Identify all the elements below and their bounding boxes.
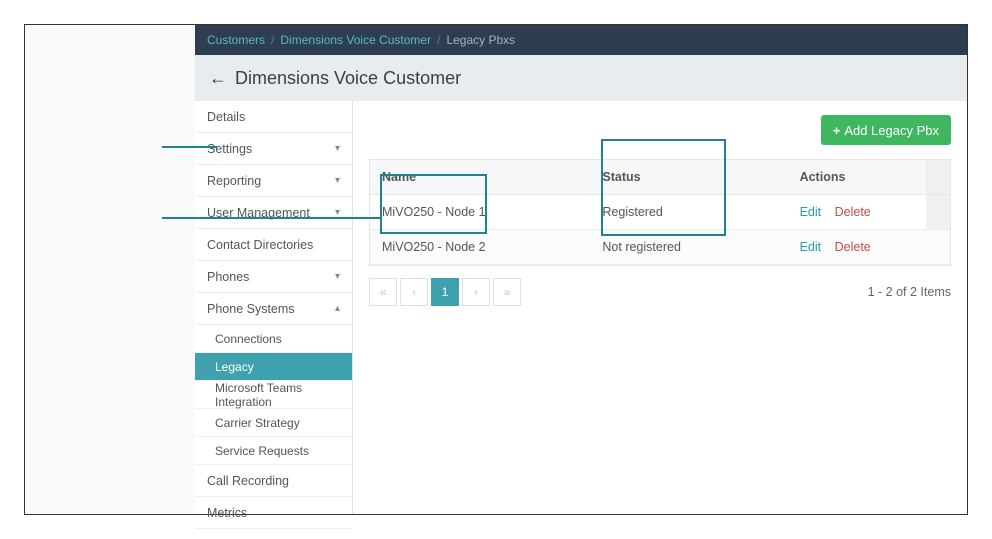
annotation-line-name-col	[162, 217, 380, 219]
pager-next[interactable]: ›	[462, 278, 490, 306]
breadcrumb-current: Legacy Pbxs	[446, 33, 515, 47]
legacy-pbx-table: Name Status Actions MiVO250 - Node 1 Reg…	[369, 159, 951, 266]
breadcrumb: Customers / Dimensions Voice Customer / …	[195, 25, 967, 55]
edit-link[interactable]: Edit	[800, 240, 822, 254]
pager-last[interactable]: »	[493, 278, 521, 306]
breadcrumb-customer[interactable]: Dimensions Voice Customer	[280, 33, 431, 47]
delete-link[interactable]: Delete	[835, 240, 871, 254]
sidebar-label: Call Recording	[207, 474, 289, 488]
left-gutter	[25, 25, 195, 514]
sidebar-item-details[interactable]: Details	[195, 101, 352, 133]
table-row: MiVO250 - Node 2 Not registered Edit Del…	[370, 230, 950, 265]
cell-status: Not registered	[590, 230, 787, 265]
sidebar-label: Settings	[207, 142, 252, 156]
sidebar-sub-service-requests[interactable]: Service Requests	[195, 437, 352, 465]
back-arrow-icon[interactable]: ←	[209, 68, 227, 89]
cell-name: MiVO250 - Node 2	[370, 230, 590, 265]
pager-range: 1 - 2 of 2 Items	[868, 285, 951, 299]
add-button-label: Add Legacy Pbx	[844, 123, 939, 138]
breadcrumb-sep-1: /	[271, 33, 274, 47]
page-title: Dimensions Voice Customer	[235, 68, 461, 89]
sidebar-sub-carrier-strategy[interactable]: Carrier Strategy	[195, 409, 352, 437]
sidebar-item-reporting[interactable]: Reporting ▾	[195, 165, 352, 197]
cell-actions: Edit Delete	[788, 230, 926, 265]
cell-actions: Edit Delete	[788, 195, 926, 230]
breadcrumb-sep-2: /	[437, 33, 440, 47]
scrollbar-vertical[interactable]	[926, 195, 950, 230]
sidebar-item-settings[interactable]: Settings ▾	[195, 133, 352, 165]
sidebar-label: Phones	[207, 270, 249, 284]
breadcrumb-customers[interactable]: Customers	[207, 33, 265, 47]
sidebar-item-metrics[interactable]: Metrics	[195, 497, 352, 529]
scrollbar-vertical[interactable]	[926, 230, 950, 265]
sidebar-label: Details	[207, 110, 245, 124]
sidebar-item-phone-systems[interactable]: Phone Systems ▴	[195, 293, 352, 325]
sidebar-label: Reporting	[207, 174, 261, 188]
title-bar: ← Dimensions Voice Customer	[195, 55, 967, 101]
sidebar-sub-teams[interactable]: Microsoft Teams Integration	[195, 381, 352, 409]
pager-page-1[interactable]: 1	[431, 278, 459, 306]
chevron-up-icon: ▴	[335, 303, 340, 314]
sidebar-label: Contact Directories	[207, 238, 313, 252]
plus-icon: +	[833, 123, 841, 138]
sidebar-item-call-recording[interactable]: Call Recording	[195, 465, 352, 497]
cell-name: MiVO250 - Node 1	[370, 195, 590, 230]
sidebar: Details Settings ▾ Reporting ▾ User Manage…	[195, 101, 353, 514]
pager-prev[interactable]: ‹	[400, 278, 428, 306]
pager-first[interactable]: «	[369, 278, 397, 306]
sidebar-item-contact-directories[interactable]: Contact Directories	[195, 229, 352, 261]
scrollbar-vertical[interactable]	[926, 160, 950, 195]
delete-link[interactable]: Delete	[835, 205, 871, 219]
chevron-down-icon: ▾	[335, 175, 340, 186]
table-row: MiVO250 - Node 1 Registered Edit Delete	[370, 195, 950, 230]
sidebar-label: Phone Systems	[207, 302, 295, 316]
main-panel: +Add Legacy Pbx Name Status Actions	[353, 101, 967, 514]
app-frame: Customers / Dimensions Voice Customer / …	[24, 24, 968, 515]
annotation-line-settings	[162, 146, 217, 148]
col-header-name[interactable]: Name	[370, 160, 590, 195]
sidebar-item-user-management[interactable]: User Management▾	[195, 197, 352, 229]
edit-link[interactable]: Edit	[800, 205, 822, 219]
app-chrome: Customers / Dimensions Voice Customer / …	[195, 25, 967, 514]
cell-status: Registered	[590, 195, 787, 230]
col-header-status[interactable]: Status	[590, 160, 787, 195]
add-legacy-pbx-button[interactable]: +Add Legacy Pbx	[821, 115, 951, 145]
chevron-down-icon: ▾	[335, 271, 340, 282]
sidebar-sub-legacy[interactable]: Legacy	[195, 353, 352, 381]
chevron-down-icon: ▾	[335, 143, 340, 154]
sidebar-sub-connections[interactable]: Connections	[195, 325, 352, 353]
col-header-actions: Actions	[788, 160, 926, 195]
pager: « ‹ 1 › » 1 - 2 of 2 Items	[369, 278, 951, 306]
sidebar-item-phones[interactable]: Phones ▾	[195, 261, 352, 293]
sidebar-label: Metrics	[207, 506, 247, 520]
